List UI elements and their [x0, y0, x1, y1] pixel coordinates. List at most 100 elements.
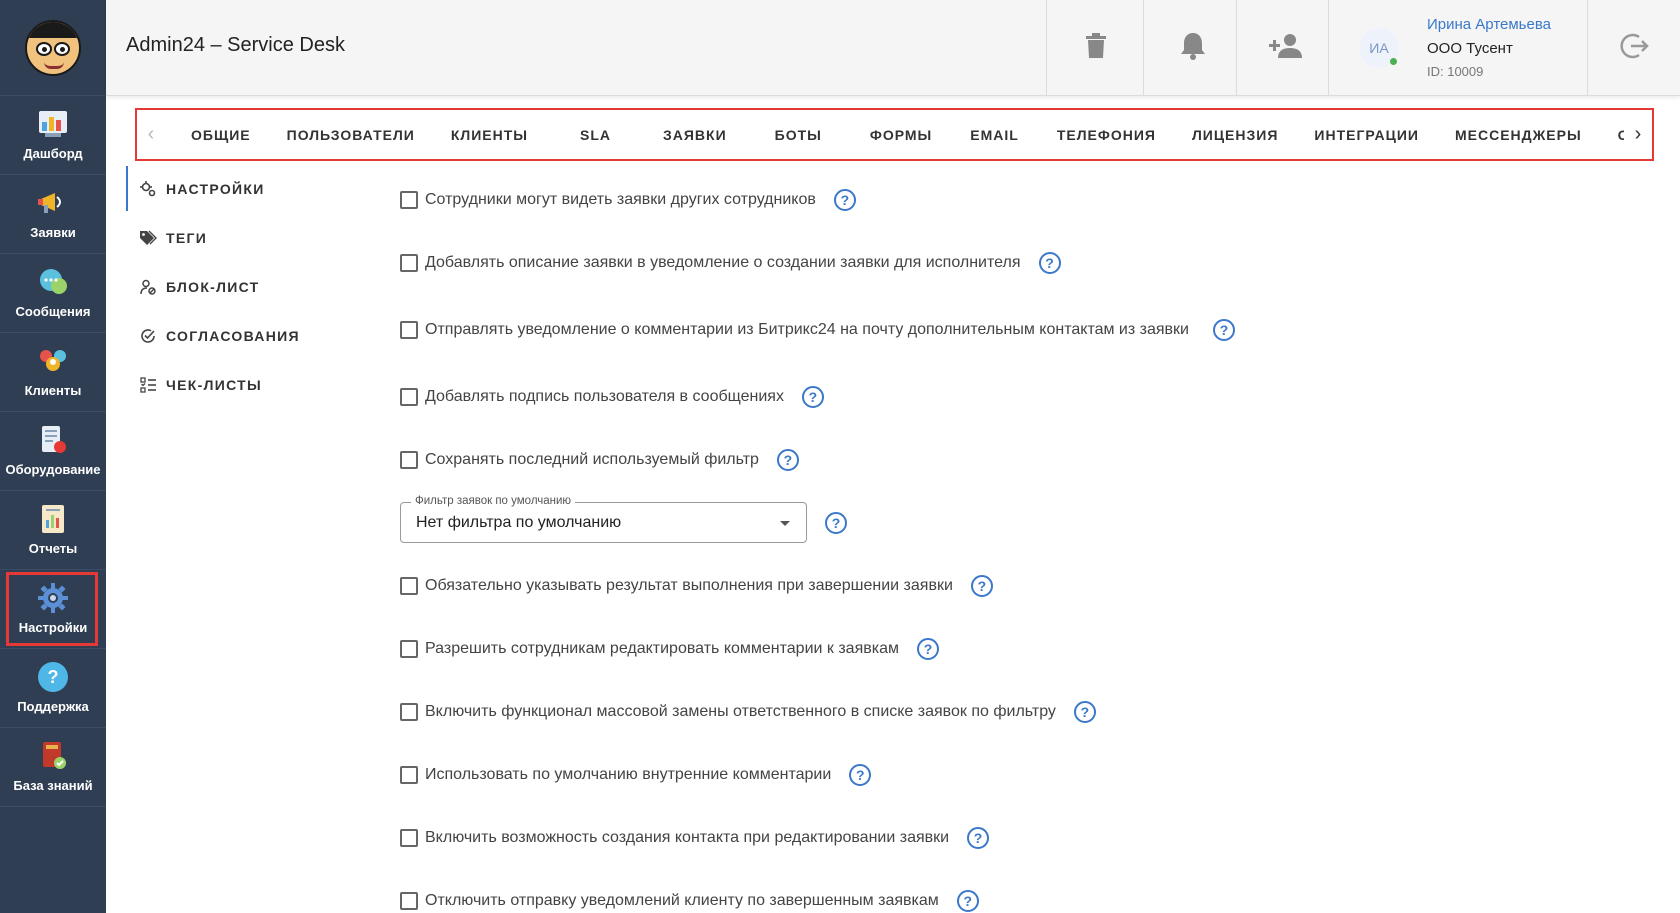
sidebar-item-label: Клиенты	[24, 383, 82, 398]
submenu-item-blocklist[interactable]: БЛОК-ЛИСТ	[126, 262, 356, 311]
setting-checkbox[interactable]	[400, 387, 418, 406]
setting-checkbox[interactable]	[400, 576, 418, 595]
top-header: Admin24 – Service Desk ИА Ирина Артемьев…	[106, 0, 1680, 96]
setting-row-filter: Фильтр заявок по умолчанию Нет фильтра п…	[400, 491, 1650, 554]
logout-button[interactable]	[1587, 0, 1680, 96]
sidebar-item-messages[interactable]: Сообщения	[0, 254, 106, 333]
setting-checkbox[interactable]	[400, 253, 418, 272]
caret-down-icon	[780, 521, 790, 526]
help-icon[interactable]: ?	[776, 448, 799, 471]
sidebar-item-reports[interactable]: Отчеты	[0, 491, 106, 570]
sidebar-item-knowledge-base[interactable]: База знаний	[0, 728, 106, 807]
setting-row: Отключить отправку уведомлений клиенту п…	[400, 869, 1650, 913]
submenu-item-checklists[interactable]: ЧЕК-ЛИСТЫ	[126, 360, 356, 409]
help-icon[interactable]: ?	[849, 763, 872, 786]
setting-checkbox[interactable]	[400, 765, 418, 784]
sidebar-item-dashboard[interactable]: Дашборд	[0, 96, 106, 175]
help-icon[interactable]: ?	[1073, 700, 1096, 723]
user-name[interactable]: Ирина Артемьева	[1427, 16, 1551, 33]
tabs-scroll-right-button[interactable]: ›	[1624, 110, 1652, 159]
tab-open[interactable]: ОТКРЫ	[1600, 110, 1624, 159]
tab-telephony[interactable]: ТЕЛЕФОНИЯ	[1039, 110, 1174, 159]
help-icon[interactable]: ?	[1038, 251, 1061, 274]
sidebar: Дашборд Заявки Сообщения Клиенты Оборудо…	[0, 0, 106, 913]
trash-button[interactable]	[1046, 0, 1144, 96]
reports-icon	[37, 504, 69, 534]
sidebar-item-equipment[interactable]: Оборудование	[0, 412, 106, 491]
submenu-item-approvals[interactable]: СОГЛАСОВАНИЯ	[126, 311, 356, 360]
submenu-item-label: ТЕГИ	[166, 229, 208, 246]
checklist-icon	[139, 376, 157, 394]
setting-label: Сохранять последний используемый фильтр	[425, 451, 759, 468]
add-user-button[interactable]	[1236, 0, 1334, 96]
help-icon[interactable]: ?	[1213, 318, 1235, 341]
page-title: Admin24 – Service Desk	[126, 34, 345, 56]
dashboard-icon	[37, 109, 69, 139]
sidebar-item-label: База знаний	[13, 778, 93, 793]
tab-clients[interactable]: КЛИЕНТЫ	[433, 110, 546, 159]
submenu-item-tags[interactable]: ТЕГИ	[126, 213, 356, 262]
notifications-button[interactable]	[1143, 0, 1241, 96]
setting-row: Сохранять последний используемый фильтр …	[400, 428, 1650, 491]
setting-label: Обязательно указывать результат выполнен…	[425, 577, 953, 594]
setting-row: Отправлять уведомление о комментарии из …	[400, 294, 1650, 365]
setting-checkbox[interactable]	[400, 891, 418, 910]
logo[interactable]	[0, 0, 106, 96]
setting-label: Включить функционал массовой замены отве…	[425, 703, 1056, 720]
sidebar-item-label: Сообщения	[15, 304, 91, 319]
gear-icon	[37, 583, 69, 613]
setting-label: Добавлять описание заявки в уведомление …	[425, 254, 1021, 271]
sidebar-item-tickets[interactable]: Заявки	[0, 175, 106, 254]
submenu-item-settings[interactable]: НАСТРОЙКИ	[126, 164, 356, 213]
tab-integrations[interactable]: ИНТЕГРАЦИИ	[1296, 110, 1437, 159]
sidebar-item-clients[interactable]: Клиенты	[0, 333, 106, 412]
setting-row: Разрешить сотрудникам редактировать комм…	[400, 617, 1650, 680]
help-icon[interactable]: ?	[917, 637, 939, 660]
setting-checkbox[interactable]	[400, 828, 418, 847]
submenu-item-label: СОГЛАСОВАНИЯ	[166, 327, 300, 344]
user-profile[interactable]: ИА Ирина Артемьева ООО Тусент ID: 10009	[1328, 0, 1588, 96]
bell-icon	[1179, 31, 1207, 66]
tab-bots[interactable]: БОТЫ	[745, 110, 852, 159]
setting-row: Обязательно указывать результат выполнен…	[400, 554, 1650, 617]
tab-messengers[interactable]: МЕССЕНДЖЕРЫ	[1437, 110, 1600, 159]
setting-row: Включить возможность создания контакта п…	[400, 806, 1650, 869]
tab-license[interactable]: ЛИЦЕНЗИЯ	[1174, 110, 1296, 159]
tab-forms[interactable]: ФОРМЫ	[852, 110, 950, 159]
setting-label: Разрешить сотрудникам редактировать комм…	[425, 640, 899, 657]
tabs-scroll-left-button[interactable]: ‹	[137, 110, 165, 159]
setting-row: Добавлять описание заявки в уведомление …	[400, 231, 1650, 294]
svg-text:?: ?	[48, 667, 59, 687]
help-icon[interactable]: ?	[801, 385, 824, 408]
setting-checkbox[interactable]	[400, 702, 418, 721]
setting-label: Добавлять подпись пользователя в сообщен…	[425, 388, 784, 405]
help-icon[interactable]: ?	[825, 511, 847, 534]
sidebar-item-label: Дашборд	[23, 146, 83, 161]
sidebar-item-settings[interactable]: Настройки	[0, 570, 106, 649]
select-legend: Фильтр заявок по умолчанию	[411, 495, 576, 507]
tab-sla[interactable]: SLA	[546, 110, 645, 159]
submenu-item-label: ЧЕК-ЛИСТЫ	[166, 376, 262, 393]
chevron-right-icon: ›	[1634, 123, 1642, 145]
submenu-item-label: НАСТРОЙКИ	[166, 180, 265, 197]
tab-email[interactable]: EMAIL	[950, 110, 1039, 159]
tab-users[interactable]: ПОЛЬЗОВАТЕЛИ	[269, 110, 433, 159]
sidebar-item-support[interactable]: ? Поддержка	[0, 649, 106, 728]
tab-tickets[interactable]: ЗАЯВКИ	[645, 110, 745, 159]
tabs-track: ОБЩИЕ ПОЛЬЗОВАТЕЛИ КЛИЕНТЫ SLA ЗАЯВКИ БО…	[165, 110, 1624, 159]
help-icon[interactable]: ?	[833, 188, 856, 211]
sidebar-item-label: Отчеты	[28, 541, 78, 556]
setting-checkbox[interactable]	[400, 639, 418, 658]
help-icon: ?	[37, 662, 69, 692]
check-circle-icon	[139, 327, 157, 345]
help-icon[interactable]: ?	[956, 889, 979, 912]
setting-label: Включить возможность создания контакта п…	[425, 829, 950, 846]
setting-checkbox[interactable]	[400, 450, 418, 469]
tab-general[interactable]: ОБЩИЕ	[165, 110, 269, 159]
sidebar-item-label: Заявки	[30, 225, 76, 240]
help-icon[interactable]: ?	[970, 574, 993, 597]
setting-checkbox[interactable]	[400, 190, 418, 209]
help-icon[interactable]: ?	[967, 826, 990, 849]
setting-checkbox[interactable]	[400, 320, 418, 339]
default-filter-select[interactable]: Фильтр заявок по умолчанию Нет фильтра п…	[400, 495, 807, 543]
